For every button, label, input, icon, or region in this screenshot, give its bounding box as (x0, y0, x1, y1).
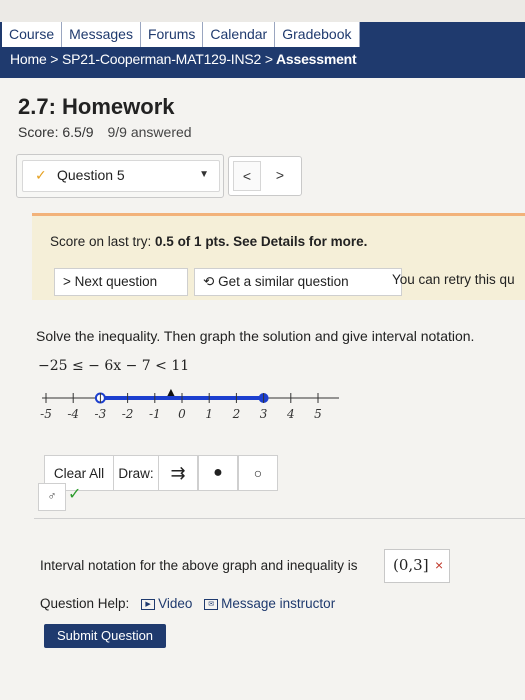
tab-messages[interactable]: Messages (62, 22, 141, 47)
submit-question-button[interactable]: Submit Question (44, 624, 166, 648)
breadcrumb-assessment: Assessment (275, 51, 357, 67)
interval-label: Interval notation for the above graph an… (40, 558, 358, 573)
draw-closed-dot-tool[interactable]: ● (198, 455, 238, 491)
interval-answer-value: (0,3] (393, 556, 429, 574)
tick-label: 0 (178, 407, 186, 421)
tab-forums[interactable]: Forums (140, 22, 204, 47)
tab-course[interactable]: Course (2, 22, 63, 47)
dropdown-arrow-icon: ▼ (199, 169, 209, 180)
course-navbar: Course Messages Forums Calendar Gradeboo… (0, 22, 525, 78)
tick-label: -1 (149, 407, 161, 421)
tick-label: -5 (40, 407, 52, 421)
breadcrumb-home[interactable]: Home (10, 51, 47, 67)
breadcrumb: Home > SP21-Cooperman-MAT129-INS2 > Asse… (10, 51, 357, 67)
tick-label: -4 (67, 407, 79, 421)
video-link-label: Video (158, 596, 193, 611)
tick-label: -3 (95, 407, 107, 421)
tick-label: 3 (260, 407, 268, 421)
last-try-score: Score on last try: 0.5 of 1 pts. See Det… (50, 234, 367, 249)
breadcrumb-separator: > (50, 51, 59, 67)
tick-label: -2 (122, 407, 134, 421)
partial-check-icon: ✓ (35, 167, 47, 183)
next-question-button[interactable]: > Next question (54, 268, 188, 296)
correct-check-icon: ✓ (68, 486, 82, 503)
number-line-graph[interactable]: -5 -4 -3 -2 -1 0 1 2 3 4 5 Clear All Draw: ⇉ ● ○ (34, 380, 525, 518)
envelope-icon: ✉ (204, 598, 219, 610)
prev-question-button[interactable]: < (233, 161, 261, 191)
draw-line-tool[interactable]: ⇉ (158, 455, 198, 491)
last-try-prefix: Score on last try: (50, 234, 156, 249)
breadcrumb-separator: > (264, 51, 273, 67)
question-pager: < > (228, 156, 302, 196)
line-arrow-icon: ⇉ (170, 462, 186, 483)
last-try-suffix: See Details for more. (229, 234, 368, 249)
draw-open-dot-tool[interactable]: ○ (238, 455, 278, 491)
tab-gradebook[interactable]: Gradebook (275, 22, 360, 47)
message-instructor-link[interactable]: ✉ Message instructor (204, 596, 335, 611)
top-strip (0, 0, 525, 22)
number-line-canvas[interactable]: -5 -4 -3 -2 -1 0 1 2 3 4 5 (34, 380, 525, 455)
tick-label: 4 (286, 407, 295, 421)
question-help: Question Help: ▶ Video ✉ Message instructo… (40, 596, 335, 611)
filled-dot-icon: ● (213, 464, 223, 481)
refresh-icon: ⟲ (203, 274, 219, 289)
interval-answer-field[interactable]: (0,3] × (384, 549, 450, 583)
question-select-field[interactable]: ✓ Question 5 ▼ (22, 160, 220, 192)
question-select[interactable]: ✓ Question 5 ▼ (16, 154, 224, 198)
tick-label: 1 (205, 407, 213, 421)
nav-tabs: Course Messages Forums Calendar Gradeboo… (2, 22, 360, 47)
video-icon: ▶ (141, 598, 156, 610)
feedback-panel: Score on last try: 0.5 of 1 pts. See Det… (32, 213, 525, 300)
incorrect-x-icon: × (435, 557, 444, 573)
assessment-title: 2.7: Homework (18, 94, 175, 119)
draw-label: Draw: (114, 455, 158, 491)
question-instruction: Solve the inequality. Then graph the sol… (36, 328, 475, 344)
video-link[interactable]: ▶ Video (141, 596, 192, 611)
similar-question-label: Get a similar question (218, 274, 349, 289)
open-dot-icon: ○ (253, 465, 263, 481)
divider (34, 518, 525, 519)
score-value: Score: 6.5/9 (18, 124, 94, 140)
retry-text: You can retry this qu (392, 272, 515, 287)
similar-question-button[interactable]: ⟲ Get a similar question (194, 268, 402, 296)
last-try-points: 0.5 of 1 pts. (155, 234, 230, 249)
question-help-label: Question Help: (40, 596, 130, 611)
inequality: −25 ≤ − 6x − 7 < 11 (38, 358, 190, 374)
graph-settings-icon[interactable]: ♂ (38, 483, 66, 511)
next-question-arrow-button[interactable]: > (267, 161, 293, 189)
tick-label: 2 (232, 407, 241, 421)
answered-count: 9/9 answered (107, 124, 192, 140)
score-line: Score: 6.5/9 9/9 answered (18, 124, 192, 140)
tab-calendar[interactable]: Calendar (203, 22, 276, 47)
tick-label: 5 (314, 407, 322, 421)
question-select-value: Question 5 (57, 167, 125, 183)
message-link-label: Message instructor (221, 596, 336, 611)
breadcrumb-course[interactable]: SP21-Cooperman-MAT129-INS2 (62, 51, 261, 67)
